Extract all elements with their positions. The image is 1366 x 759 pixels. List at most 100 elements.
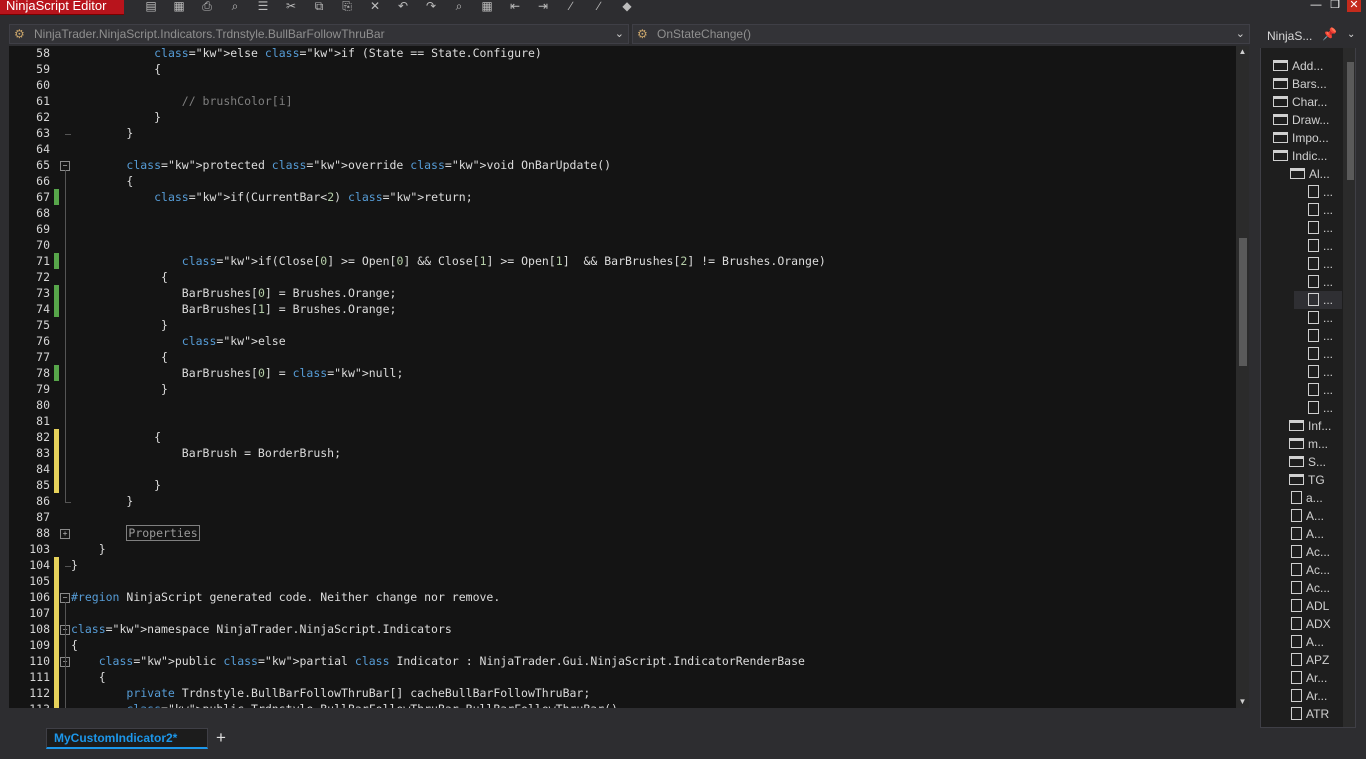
save-all-icon[interactable]: ▦ bbox=[171, 0, 187, 13]
code-line[interactable]: class="kw">if(CurrentBar<2) class="kw">r… bbox=[71, 189, 473, 205]
save-icon[interactable]: ▤ bbox=[143, 0, 159, 13]
indent-icon[interactable]: ⇥ bbox=[535, 0, 551, 13]
outdent-icon[interactable]: ⇤ bbox=[507, 0, 523, 13]
code-line[interactable]: class="kw">protected class="kw">override… bbox=[71, 157, 611, 173]
code-line[interactable]: { bbox=[71, 61, 161, 77]
explorer-file[interactable]: ... bbox=[1306, 309, 1333, 327]
code-line[interactable]: class="kw">else class="kw">if (State == … bbox=[71, 46, 542, 61]
code-line[interactable]: { bbox=[71, 173, 133, 189]
find-replace-icon[interactable]: ⌕ bbox=[451, 0, 467, 13]
explorer-file[interactable]: Ar... bbox=[1289, 687, 1327, 705]
chevron-down-icon[interactable]: ⌄ bbox=[1347, 29, 1355, 40]
close-icon[interactable]: ✕ bbox=[1347, 0, 1361, 12]
list-icon[interactable]: ☰ bbox=[255, 0, 271, 13]
explorer-file[interactable]: ... bbox=[1306, 273, 1333, 291]
explorer-folder[interactable]: Char... bbox=[1273, 93, 1327, 111]
explorer-file[interactable]: ... bbox=[1306, 201, 1333, 219]
scroll-up-icon[interactable]: ▲ bbox=[1236, 46, 1249, 58]
uncomment-icon[interactable]: ∕ bbox=[591, 0, 607, 13]
add-tab-button[interactable]: + bbox=[210, 728, 232, 748]
code-line[interactable]: } bbox=[71, 557, 78, 573]
code-line[interactable]: BarBrushes[1] = Brushes.Orange; bbox=[71, 301, 397, 317]
class-dropdown[interactable]: ⚙ NinjaTrader.NinjaScript.Indicators.Trd… bbox=[9, 24, 629, 44]
explorer-file[interactable]: A... bbox=[1289, 633, 1324, 651]
redo-icon[interactable]: ↷ bbox=[423, 0, 439, 13]
explorer-file[interactable]: ... bbox=[1306, 327, 1333, 345]
explorer-folder[interactable]: Draw... bbox=[1273, 111, 1329, 129]
expand-region-icon[interactable]: + bbox=[60, 529, 70, 539]
tab-mycustomindicator2[interactable]: MyCustomIndicator2* bbox=[46, 728, 208, 749]
editor-scroll-thumb[interactable] bbox=[1239, 238, 1247, 366]
explorer-folder[interactable]: Indic... bbox=[1273, 147, 1327, 165]
explorer-file[interactable]: ... bbox=[1306, 183, 1333, 201]
explorer-file[interactable]: ... bbox=[1306, 381, 1333, 399]
code-line[interactable]: // brushColor[i] bbox=[71, 93, 293, 109]
explorer-folder[interactable]: Bars... bbox=[1273, 75, 1327, 93]
copy-icon[interactable]: ⧉ bbox=[311, 0, 327, 13]
code-line[interactable]: } bbox=[71, 109, 161, 125]
comment-icon[interactable]: ∕ bbox=[563, 0, 579, 13]
explorer-folder[interactable]: Impo... bbox=[1273, 129, 1329, 147]
explorer-folder[interactable]: S... bbox=[1289, 453, 1326, 471]
find-icon[interactable]: ⌕ bbox=[227, 0, 243, 13]
code-line[interactable]: class="kw">else bbox=[71, 333, 286, 349]
explorer-folder[interactable]: Al... bbox=[1290, 165, 1330, 183]
code-line[interactable]: } bbox=[71, 125, 133, 141]
explorer-folder[interactable]: Inf... bbox=[1289, 417, 1331, 435]
code-line[interactable]: Properties bbox=[71, 525, 200, 541]
explorer-folder[interactable]: m... bbox=[1289, 435, 1328, 453]
code-line[interactable]: { bbox=[71, 637, 78, 653]
code-line[interactable]: class="kw">namespace NinjaTrader.NinjaSc… bbox=[71, 621, 452, 637]
explorer-scroll-thumb[interactable] bbox=[1347, 62, 1354, 180]
code-line[interactable]: BarBrushes[0] = Brushes.Orange; bbox=[71, 285, 397, 301]
explorer-folder[interactable]: Add... bbox=[1273, 57, 1323, 75]
code-line[interactable]: class="kw">public Trdnstyle.BullBarFollo… bbox=[71, 701, 618, 708]
explorer-file[interactable]: A... bbox=[1289, 525, 1324, 543]
explorer-file[interactable]: A... bbox=[1289, 507, 1324, 525]
cut-icon[interactable]: ✂ bbox=[283, 0, 299, 13]
minimize-icon[interactable]: — bbox=[1309, 0, 1323, 12]
code-line[interactable]: private Trdnstyle.BullBarFollowThruBar[]… bbox=[71, 685, 590, 701]
explorer-file[interactable]: ... bbox=[1306, 237, 1333, 255]
explorer-file[interactable]: ... bbox=[1306, 255, 1333, 273]
undo-icon[interactable]: ↶ bbox=[395, 0, 411, 13]
explorer-file[interactable]: ... bbox=[1306, 345, 1333, 363]
explorer-file[interactable]: Ac... bbox=[1289, 543, 1330, 561]
explorer-file[interactable]: ADX bbox=[1289, 615, 1331, 633]
explorer-file[interactable]: Ac... bbox=[1289, 579, 1330, 597]
pin-icon[interactable]: 📌 bbox=[1322, 27, 1337, 41]
code-line[interactable]: { bbox=[71, 429, 161, 445]
code-line[interactable]: } bbox=[71, 541, 106, 557]
explorer-file[interactable]: ... bbox=[1306, 399, 1333, 417]
code-line[interactable]: { bbox=[71, 269, 168, 285]
code-editor[interactable]: 58 59 60 61 62 63 64 65−66 67 68 69 70 71 72 73 74 75 76 7… bbox=[9, 46, 1249, 708]
explorer-file[interactable]: ... bbox=[1294, 291, 1342, 309]
print-icon[interactable]: ⎙ bbox=[199, 0, 215, 13]
explorer-file[interactable]: Ac... bbox=[1289, 561, 1330, 579]
code-line[interactable]: BarBrushes[0] = class="kw">null; bbox=[71, 365, 404, 381]
explorer-file[interactable]: ADL bbox=[1289, 597, 1329, 615]
explorer-file[interactable]: ... bbox=[1306, 219, 1333, 237]
code-line[interactable]: } bbox=[71, 381, 168, 397]
code-line[interactable]: class="kw">if(Close[0] >= Open[0] && Clo… bbox=[71, 253, 826, 269]
paste-icon[interactable]: ⎘ bbox=[339, 0, 355, 13]
editor-vertical-scrollbar[interactable] bbox=[1236, 46, 1249, 708]
code-line[interactable]: } bbox=[71, 317, 168, 333]
editor-horizontal-scrollbar[interactable] bbox=[9, 710, 1251, 723]
maximize-icon[interactable]: ❐ bbox=[1328, 0, 1342, 12]
explorer-folder[interactable]: TG bbox=[1289, 471, 1325, 489]
visual-studio-icon[interactable]: ◆ bbox=[619, 0, 635, 13]
code-line[interactable]: } bbox=[71, 493, 133, 509]
scroll-down-icon[interactable]: ▼ bbox=[1236, 696, 1249, 708]
delete-icon[interactable]: ✕ bbox=[367, 0, 383, 13]
explorer-file[interactable]: a... bbox=[1289, 489, 1323, 507]
explorer-file[interactable]: ATR bbox=[1289, 705, 1329, 723]
code-line[interactable]: class="kw">public class="kw">partial cla… bbox=[71, 653, 805, 669]
calculator-icon[interactable]: ▦ bbox=[479, 0, 495, 13]
code-line[interactable]: #region NinjaScript generated code. Neit… bbox=[71, 589, 500, 605]
member-dropdown[interactable]: ⚙ OnStateChange() ⌄ bbox=[632, 24, 1250, 44]
code-line[interactable]: BarBrush = BorderBrush; bbox=[71, 445, 341, 461]
explorer-file[interactable]: APZ bbox=[1289, 651, 1329, 669]
code-line[interactable]: } bbox=[71, 477, 161, 493]
explorer-file[interactable]: Ar... bbox=[1289, 669, 1327, 687]
